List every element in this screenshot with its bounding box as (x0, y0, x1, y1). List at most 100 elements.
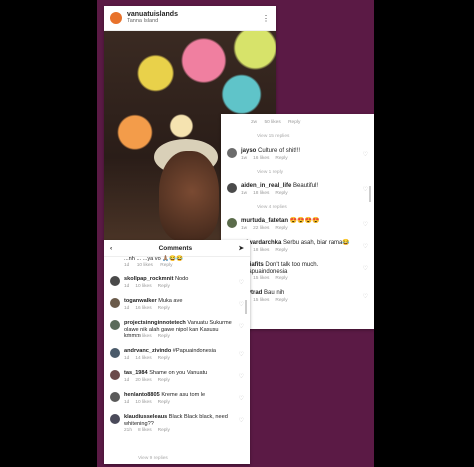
comment-meta: 1d 20 likes Reply (124, 378, 176, 383)
comment-text: jayso Culture of shit!!! (241, 148, 301, 154)
comment-time: 1d (124, 400, 130, 405)
comment-time: 1d (124, 334, 130, 339)
more-options-icon[interactable]: ⋮ (262, 14, 270, 23)
heart-icon[interactable]: ♡ (363, 265, 368, 272)
heart-icon[interactable]: ♡ (239, 373, 244, 380)
comment-text: 22ytrad Bau nih (241, 290, 285, 296)
comment-likes[interactable]: 16 likes (135, 306, 151, 311)
comment-text: yuliafits Don't talk too much. #Papuaind… (241, 262, 319, 276)
comment-likes[interactable]: 14 likes (135, 356, 151, 361)
commenter-avatar[interactable] (227, 148, 237, 158)
comment-time: 21h (124, 428, 133, 433)
comment-meta: 1d 14 likes Reply (124, 356, 176, 361)
comment-text: edwardarchka Serbu asah, biar rama😂 (241, 240, 350, 246)
post-header: vanuatuislands Tanna Island ⋮ (104, 6, 276, 31)
commenter-avatar[interactable] (110, 392, 120, 402)
heart-icon[interactable]: ♡ (363, 243, 368, 250)
comment-text: andrvanc_zivindo #Papuaindonesia (124, 348, 217, 354)
comment-username[interactable]: henlanto8805 (124, 392, 160, 398)
comment-likes[interactable]: 10 likes (135, 284, 151, 289)
comment-likes[interactable]: 10 likes (135, 400, 151, 405)
comment-username[interactable]: murtuda_fatetan (241, 218, 288, 224)
comment-username[interactable]: tas_1984 (124, 370, 148, 376)
comment-time: 1d (124, 356, 130, 361)
comment-username[interactable]: projectsinnginnotetech (124, 320, 186, 326)
comment-likes[interactable]: 18 likes (253, 191, 269, 196)
commenter-avatar[interactable] (227, 218, 237, 228)
heart-icon[interactable]: ♡ (363, 221, 368, 228)
comment-meta: 1d 10 likes Reply (124, 400, 176, 405)
scrollbar[interactable] (245, 300, 247, 314)
reply-button[interactable]: Reply (158, 334, 170, 339)
reply-button[interactable]: Reply (275, 191, 287, 196)
view-replies-link[interactable]: View 4 replies (257, 205, 287, 210)
commenter-avatar[interactable] (110, 320, 120, 330)
reply-button[interactable]: Reply (158, 356, 170, 361)
comment-likes[interactable]: 22 likes (253, 226, 269, 231)
comment-likes[interactable]: 16 likes (253, 156, 269, 161)
heart-icon[interactable]: ♡ (239, 417, 244, 424)
commenter-avatar[interactable] (110, 414, 120, 424)
heart-icon[interactable]: ♡ (239, 301, 244, 308)
comment-time: 1d (124, 378, 130, 383)
comment-likes[interactable]: 20 likes (135, 378, 151, 383)
comment-likes[interactable]: 15 likes (253, 276, 269, 281)
commenter-avatar[interactable] (227, 183, 237, 193)
comments-panel-bottom: ‹ Comments ➤ ...nh ... ...ya vo 🙏🏽😂😂 1d … (104, 240, 250, 464)
comment-likes[interactable]: 8 likes (138, 428, 152, 433)
heart-icon[interactable]: ♡ (363, 151, 368, 158)
comment-username[interactable]: andrvanc_zivindo (124, 348, 171, 354)
commenter-avatar[interactable] (110, 276, 120, 286)
comments-title: Comments (158, 244, 193, 252)
commenter-avatar[interactable] (110, 348, 120, 358)
commenter-avatar[interactable] (110, 298, 120, 308)
comment-likes[interactable]: 15 likes (253, 298, 269, 303)
post-location[interactable]: Tanna Island (127, 19, 262, 25)
heart-icon[interactable]: ♡ (239, 351, 244, 358)
reply-button[interactable]: Reply (158, 284, 170, 289)
comment-likes[interactable]: 18 likes (253, 248, 269, 253)
view-replies-link[interactable]: View 1 reply (257, 170, 283, 175)
post-username[interactable]: vanuatuislands (127, 11, 262, 18)
reply-button[interactable]: Reply (158, 428, 170, 433)
comment-text: aiden_in_real_life Beautiful! (241, 183, 319, 189)
reply-button[interactable]: Reply (158, 306, 170, 311)
reply-button[interactable]: Reply (275, 156, 287, 161)
comment-time: 1w (241, 226, 248, 231)
comment-text: murtuda_fatetan 😍😍😍😍 (241, 218, 320, 224)
view-replies-link[interactable]: View 9 replies (138, 456, 168, 461)
comment-meta: 1d 10 likes Reply (124, 284, 176, 289)
heart-icon[interactable]: ♡ (239, 323, 244, 330)
scrollbar[interactable] (369, 186, 371, 202)
comment-meta: 1w 18 likes Reply (241, 191, 294, 196)
reply-button[interactable]: Reply (275, 226, 287, 231)
comment-meta: 21h 8 likes Reply (124, 428, 176, 433)
reply-button[interactable]: Reply (158, 400, 170, 405)
back-icon[interactable]: ‹ (110, 245, 112, 252)
view-replies-link[interactable]: View 15 replies (257, 134, 289, 139)
comment-text: klaudiusseleaus Black Black black, need … (124, 414, 228, 427)
comment-username[interactable]: aiden_in_real_life (241, 183, 291, 189)
comment-text: skollpap_rockmnit Nodo (124, 276, 189, 282)
heart-icon[interactable]: ♡ (363, 186, 368, 193)
comment-username[interactable]: klaudiusseleaus (124, 414, 167, 420)
reply-button[interactable]: Reply (275, 248, 287, 253)
comment-username[interactable]: jayso (241, 148, 256, 154)
send-icon[interactable]: ➤ (239, 244, 244, 252)
profile-avatar[interactable] (110, 12, 122, 24)
commenter-avatar[interactable] (110, 370, 120, 380)
comments-header: ‹ Comments ➤ (104, 240, 250, 257)
reply-button[interactable]: Reply (275, 276, 287, 281)
reply-button[interactable]: Reply (158, 378, 170, 383)
heart-icon[interactable]: ♡ (363, 293, 368, 300)
comment-time: 1w (241, 191, 248, 196)
comment-likes[interactable]: 16 likes (135, 334, 151, 339)
comment-time: 1w (241, 156, 248, 161)
comment-time: 1d (124, 306, 130, 311)
reply-button[interactable]: Reply (275, 298, 287, 303)
heart-icon[interactable]: ♡ (239, 395, 244, 402)
heart-icon[interactable]: ♡ (239, 279, 244, 286)
comment-username[interactable]: toganwalker (124, 298, 157, 304)
comment-meta: 1w 22 likes Reply (241, 226, 294, 231)
comment-username[interactable]: skollpap_rockmnit (124, 276, 173, 282)
